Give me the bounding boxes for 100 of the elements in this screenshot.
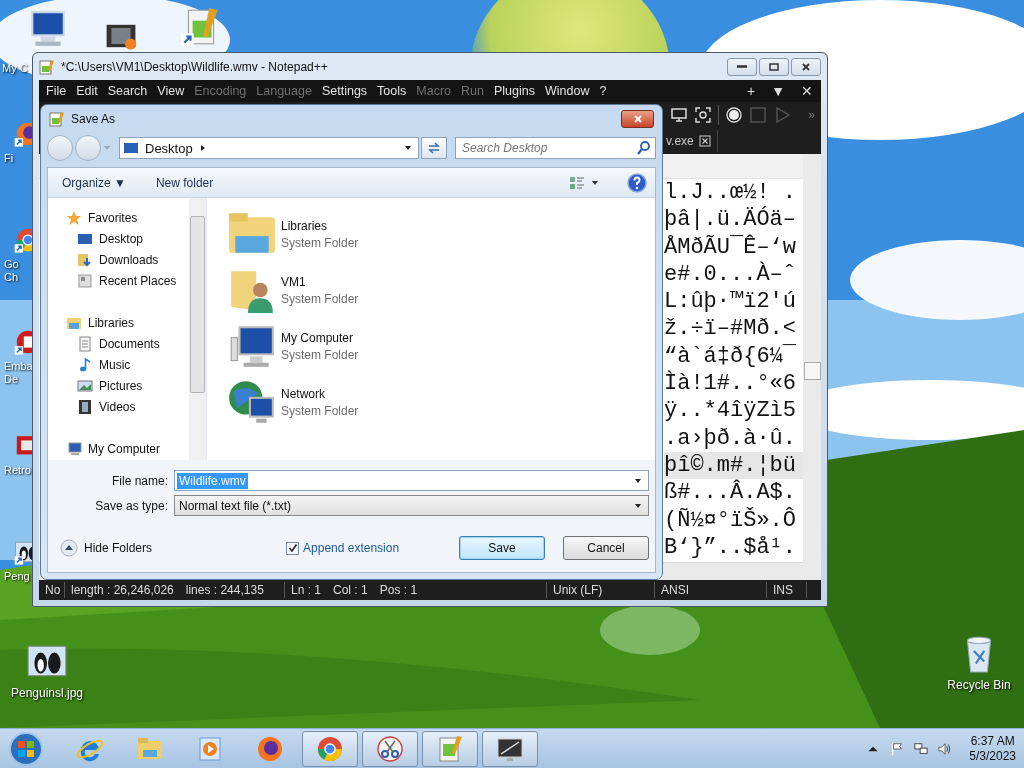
menu-item[interactable]: View <box>152 84 190 98</box>
editor-line: Ìà!1#..°«6 <box>664 370 798 398</box>
help-icon[interactable] <box>627 172 647 193</box>
menu-item[interactable]: Search <box>102 84 153 98</box>
address-bar[interactable]: Desktop <box>119 137 419 159</box>
dialog-title: Save As <box>71 112 116 126</box>
close-button[interactable] <box>621 110 654 128</box>
downloads-icon <box>77 251 93 268</box>
dialog-button[interactable]: Save <box>459 536 545 560</box>
nav-item[interactable]: Downloads <box>48 249 189 270</box>
folder-type: System Folder <box>281 403 359 418</box>
refresh-button[interactable] <box>421 137 447 159</box>
field-label: File name: <box>110 473 169 488</box>
record-icon[interactable] <box>725 106 744 124</box>
nav-item[interactable]: Desktop <box>48 228 189 249</box>
nav-item[interactable]: Music <box>48 354 189 375</box>
collapse-icon <box>60 539 78 557</box>
menu-control[interactable]: ✕ <box>793 83 821 99</box>
editor-line: ÅMðÃU¯Ê–‘w <box>664 233 798 261</box>
folder-item[interactable]: Network System Folder <box>227 374 407 430</box>
folder-type: System Folder <box>281 347 359 362</box>
taskbar-button[interactable] <box>482 730 538 767</box>
desktop-icon <box>123 140 139 156</box>
menu-control[interactable]: ▼ <box>763 83 793 99</box>
status-text: No <box>45 583 61 597</box>
desktop-icon-label[interactable]: Penguinsl.jpg <box>10 686 84 700</box>
maximize-button[interactable] <box>759 57 789 76</box>
hide-folders-button[interactable]: Hide Folders <box>60 539 153 557</box>
taskbar-button[interactable] <box>362 730 418 767</box>
minimize-button[interactable] <box>727 57 757 76</box>
folder-type: System Folder <box>281 291 359 306</box>
nav-item[interactable]: My Computer <box>48 438 189 459</box>
search-icon[interactable] <box>636 140 652 156</box>
status-text: Ln : 1 <box>291 583 322 597</box>
editor-line: ÿ..*4îÿZì5 <box>664 397 798 425</box>
nav-item[interactable]: Libraries <box>48 312 189 333</box>
close-icon <box>632 114 643 124</box>
computer-icon <box>66 440 82 457</box>
camera-icon[interactable] <box>694 106 713 124</box>
start-button[interactable] <box>8 730 44 767</box>
recent-icon <box>77 272 93 289</box>
editor-line: .a›þð.à·û. <box>664 424 798 452</box>
status-text: length : 26,246,026 <box>71 583 174 597</box>
nav-item[interactable]: Recent Places <box>48 270 189 291</box>
menu-control[interactable]: + <box>738 83 764 99</box>
status-text: Pos : 1 <box>379 583 418 597</box>
desktop-icon-label[interactable]: Recycle Bin <box>946 678 1012 692</box>
folder-item[interactable]: VM1 System Folder <box>227 262 407 318</box>
status-text: Unix (LF) <box>553 583 603 597</box>
volume-icon[interactable] <box>938 741 953 756</box>
dropdown-icon <box>404 144 412 152</box>
dropdown-icon[interactable] <box>591 178 599 187</box>
menu-item[interactable]: Tools <box>372 84 412 98</box>
editor-line: þâ|.ü.ÄÓä– <box>664 206 798 234</box>
editor-line: “à`á‡ð{6¼¯ <box>664 342 798 370</box>
file-tab[interactable]: v.exe <box>664 130 718 152</box>
status-text: lines : 244,135 <box>185 583 264 597</box>
flag-icon[interactable] <box>890 741 905 756</box>
pictures-icon <box>77 377 93 394</box>
dialog-button[interactable]: Cancel <box>563 536 649 560</box>
check-icon <box>287 543 298 553</box>
status-text: Col : 1 <box>333 583 368 597</box>
dropdown-icon <box>634 476 642 485</box>
editor-line: B‘}”..$å¹. <box>664 533 798 562</box>
monitor-icon[interactable] <box>670 106 689 124</box>
close-icon[interactable] <box>698 135 711 147</box>
command-button[interactable]: New folder <box>149 171 220 194</box>
editor-line: (Ñ½¤°ïŠ».Ô <box>664 506 798 534</box>
menu-item[interactable]: Edit <box>71 84 103 98</box>
vertical-scrollbar[interactable] <box>803 154 821 580</box>
nav-item[interactable]: Favorites <box>48 207 189 228</box>
menu-item[interactable]: Window <box>539 84 595 98</box>
menu-item[interactable]: File <box>41 84 72 98</box>
editor-line: L:ûþ·™ï2'ú <box>664 288 798 316</box>
refresh-icon <box>426 140 442 156</box>
chevron-icon <box>198 144 207 152</box>
editor-line: e#.0...À–ˆ <box>664 260 798 289</box>
menu-item[interactable]: ? <box>594 84 612 98</box>
clock[interactable]: 6:37 AM 5/3/2023 <box>969 733 1016 764</box>
save-type-dropdown[interactable]: Normal text file (*.txt) <box>174 495 649 516</box>
append-extension-checkbox[interactable]: Append extension <box>286 541 400 555</box>
field-label: Save as type: <box>94 498 169 513</box>
search-field[interactable]: Search Desktop <box>455 137 656 159</box>
editor-line: ß#...Â.A$. <box>664 479 798 507</box>
folder-item[interactable]: Libraries System Folder <box>227 206 407 262</box>
menu-item[interactable]: Settings <box>316 84 373 98</box>
nav-item[interactable]: Pictures <box>48 375 189 396</box>
menu-item[interactable]: Plugins <box>488 84 540 98</box>
network-icon[interactable] <box>914 741 929 756</box>
vertical-scrollbar[interactable] <box>189 198 206 460</box>
folder-type: System Folder <box>281 235 359 250</box>
window-title: *C:\Users\VM1\Desktop\Wildlife.wmv - Notepad++ <box>61 59 328 74</box>
close-button[interactable] <box>791 57 821 76</box>
nav-item[interactable]: Documents <box>48 333 189 354</box>
editor-line: l.J..œ½! . <box>664 179 798 206</box>
notepad-icon <box>39 58 55 75</box>
nav-item[interactable]: Videos <box>48 396 189 417</box>
folder-item[interactable]: My Computer System Folder <box>227 318 407 374</box>
toolbar-overflow[interactable]: » <box>808 108 821 122</box>
command-button[interactable]: Organize ▼ <box>56 171 132 194</box>
